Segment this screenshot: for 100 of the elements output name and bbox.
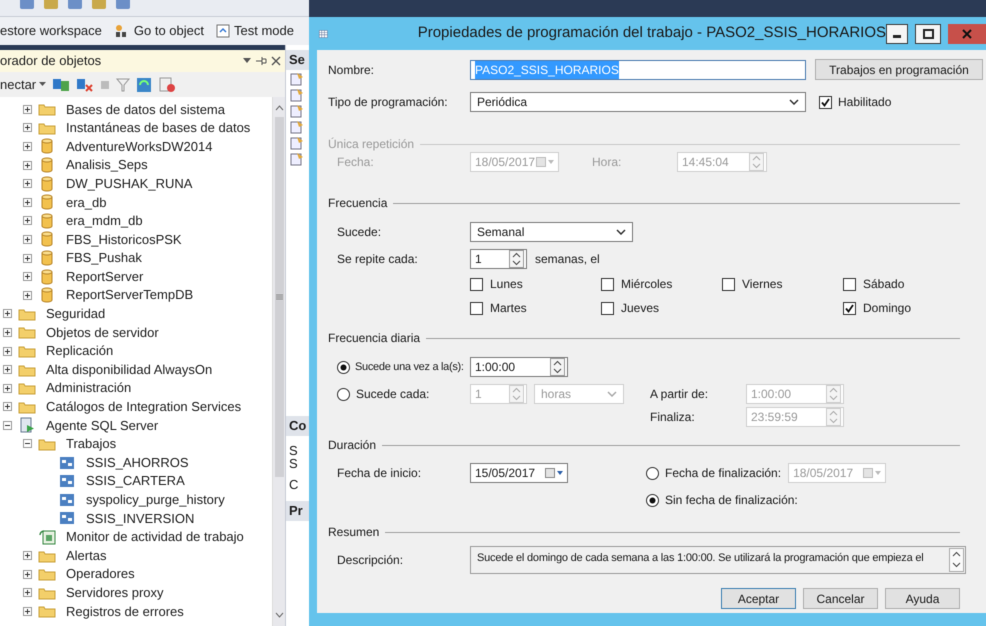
minimize-button[interactable]	[886, 24, 908, 44]
close-icon[interactable]	[271, 56, 281, 66]
radio-button[interactable]	[337, 388, 350, 400]
dialog-button[interactable]: Aceptar	[721, 588, 796, 609]
field-label: Se repite cada:	[337, 252, 418, 266]
tree-item[interactable]: ReportServer	[66, 266, 144, 286]
scrollbar[interactable]	[272, 97, 285, 626]
dialog-button[interactable]: Ayuda	[885, 588, 960, 609]
tree-item[interactable]: Alta disponibilidad AlwaysOn	[46, 360, 212, 380]
tree-item[interactable]: Analisis_Seps	[66, 155, 148, 175]
refresh-icon[interactable]	[136, 76, 152, 92]
radio-button[interactable]	[646, 466, 659, 480]
tree-item[interactable]: Agente SQL Server	[46, 416, 158, 436]
checkbox[interactable]	[601, 302, 614, 314]
expand-icon[interactable]	[2, 384, 12, 393]
maximize-button[interactable]	[915, 24, 941, 44]
spin-buttons[interactable]	[550, 358, 565, 376]
expand-icon[interactable]	[22, 104, 32, 114]
field-label: Tipo de programación:	[328, 95, 448, 109]
expand-icon[interactable]	[22, 179, 32, 188]
tree-item[interactable]: Objetos de servidor	[46, 322, 159, 342]
schedules-button[interactable]: Trabajos en programación	[815, 59, 983, 80]
tree-item[interactable]: Registros de errores	[66, 602, 184, 622]
tree-item[interactable]: Administración	[46, 378, 132, 398]
expand-icon[interactable]	[22, 198, 32, 207]
expand-icon[interactable]	[22, 216, 32, 226]
tree-item[interactable]: Seguridad	[46, 304, 106, 324]
selected-radio-button[interactable]	[646, 494, 659, 506]
scroll-up-icon[interactable]	[274, 105, 284, 111]
dropdown[interactable]: Periódica	[470, 92, 806, 112]
expand-icon[interactable]	[22, 160, 32, 170]
tree-item[interactable]: era_mdm_db	[66, 211, 143, 231]
tree-item[interactable]: era_db	[66, 192, 106, 212]
expand-icon[interactable]	[22, 551, 32, 560]
tree-item[interactable]: Servidores proxy	[66, 582, 164, 602]
close-button[interactable]	[948, 24, 986, 44]
expand-icon[interactable]	[22, 234, 32, 244]
expand-icon[interactable]	[22, 606, 32, 616]
toolbar-button[interactable]: Go to object	[134, 21, 204, 41]
tree-item[interactable]: Bases de datos del sistema	[66, 100, 225, 120]
scroll-down-icon[interactable]	[274, 612, 284, 618]
expand-icon[interactable]	[2, 402, 12, 412]
collapse-icon[interactable]	[2, 420, 12, 430]
checkbox[interactable]	[601, 278, 614, 290]
tree-item[interactable]: FBS_Pushak	[66, 248, 142, 268]
toolbar-button[interactable]: Test mode	[234, 21, 294, 41]
collapse-icon[interactable]	[22, 439, 32, 448]
tree-item[interactable]: DW_PUSHAK_RUNA	[66, 174, 192, 194]
toolbar-button[interactable]: estore workspace	[0, 21, 102, 41]
tree-item[interactable]: Catálogos de Integration Services	[46, 397, 242, 417]
checked-checkbox[interactable]	[843, 302, 856, 314]
checkbox[interactable]	[470, 302, 483, 314]
caret-icon[interactable]	[39, 82, 46, 87]
field-label: Sucede una vez a la(s):	[355, 360, 464, 375]
checkbox[interactable]	[722, 278, 735, 290]
expand-icon[interactable]	[22, 123, 32, 132]
section-heading: Pr	[289, 502, 303, 520]
connect-icon[interactable]	[52, 76, 70, 92]
tree-item[interactable]: Alertas	[66, 546, 106, 566]
number-field[interactable]: 1	[470, 249, 527, 269]
spin-buttons[interactable]	[509, 250, 524, 268]
expand-icon[interactable]	[2, 309, 12, 318]
tree-item[interactable]: Monitor de actividad de trabajo	[66, 527, 244, 547]
disconnect-icon[interactable]	[76, 76, 94, 92]
tree-item[interactable]: Operadores	[66, 564, 135, 584]
tree-item[interactable]: Instantáneas de bases de datos	[66, 118, 250, 138]
expand-icon[interactable]	[22, 290, 32, 300]
tree-item[interactable]: SSIS_CARTERA	[86, 471, 185, 491]
checkbox[interactable]	[843, 278, 856, 290]
expand-icon[interactable]	[2, 365, 12, 374]
tree-item[interactable]: ReportServerTempDB	[66, 285, 194, 305]
tree-item[interactable]: Replicación	[46, 341, 114, 361]
scroll-thumb[interactable]	[274, 117, 284, 477]
pin-icon[interactable]	[255, 56, 267, 66]
expand-icon[interactable]	[22, 588, 32, 598]
expand-icon[interactable]	[2, 346, 12, 356]
dialog-button[interactable]: Cancelar	[803, 588, 878, 609]
selected-radio-button[interactable]	[337, 360, 350, 374]
connect-button[interactable]: nectar	[0, 74, 36, 94]
tree-item[interactable]: FBS_HistoricosPSK	[66, 230, 182, 250]
tree-item[interactable]: Trabajos	[66, 434, 116, 454]
tree-item[interactable]: syspolicy_purge_history	[86, 490, 225, 510]
dropdown[interactable]: Semanal	[470, 222, 633, 242]
scroll-arrows-icon[interactable]	[949, 548, 964, 572]
tree-item[interactable]: SSIS_INVERSION	[86, 508, 194, 528]
expand-icon[interactable]	[22, 142, 32, 151]
expand-icon[interactable]	[22, 272, 32, 282]
date-picker[interactable]: 15/05/2017	[470, 463, 568, 483]
caret-icon[interactable]	[243, 58, 251, 64]
expand-icon[interactable]	[22, 570, 32, 579]
checkbox[interactable]	[470, 278, 483, 290]
checked-checkbox[interactable]	[819, 96, 832, 108]
tree-item[interactable]: SSIS_AHORROS	[86, 452, 189, 472]
time-field[interactable]: 1:00:00	[470, 357, 568, 377]
tree-item[interactable]: AdventureWorksDW2014	[66, 136, 212, 156]
description-box[interactable]: Sucede el domingo de cada semana a las 1:00:00. Se utilizará la programación que empieza el	[470, 546, 966, 574]
expand-icon[interactable]	[22, 254, 32, 263]
expand-icon[interactable]	[2, 328, 12, 337]
report-icon[interactable]	[158, 76, 176, 92]
field-label: Viernes	[742, 276, 782, 293]
